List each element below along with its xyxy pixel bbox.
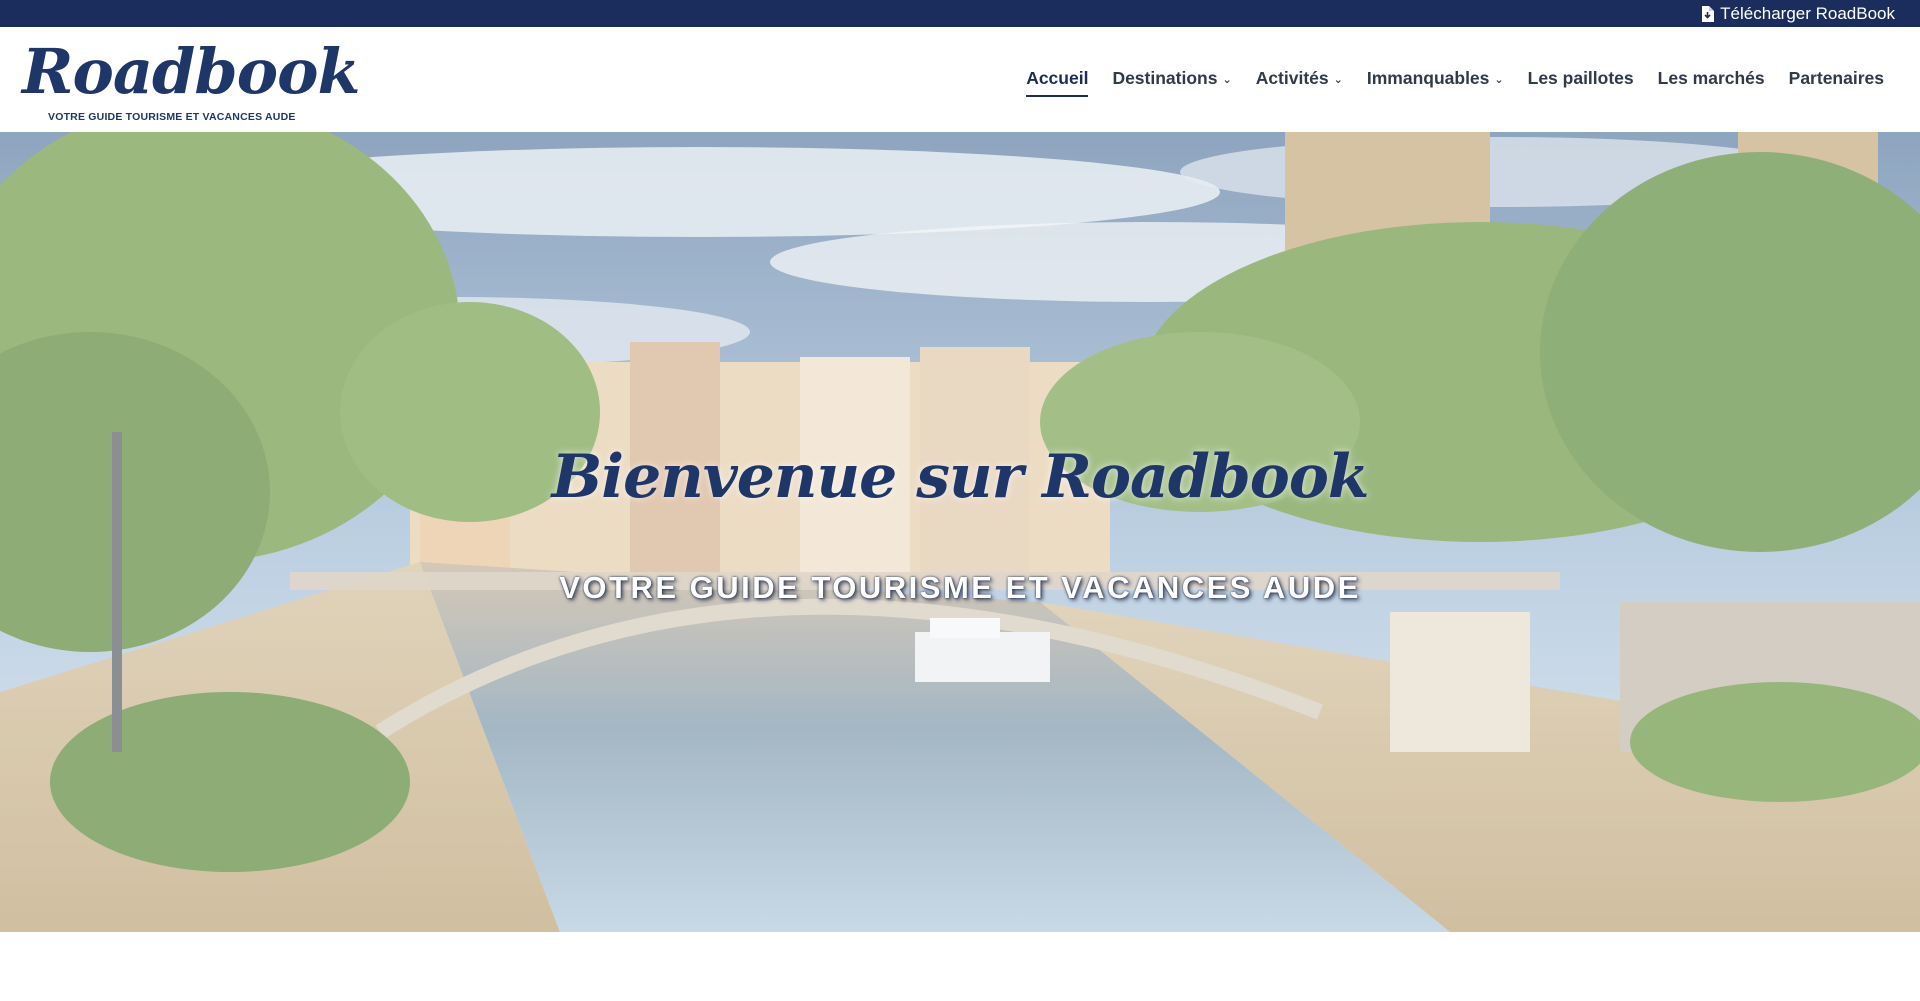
main-navigation: Accueil Destinations ⌄ Activités ⌄ Imman… — [1002, 68, 1884, 97]
nav-item-label: Les paillotes — [1527, 68, 1634, 88]
nav-item-label: Accueil — [1026, 68, 1089, 88]
download-roadbook-label: Télécharger RoadBook — [1720, 4, 1895, 23]
nav-item-les-marches[interactable]: Les marchés — [1658, 68, 1765, 89]
file-download-icon — [1701, 6, 1715, 22]
nav-item-label: Partenaires — [1788, 68, 1884, 88]
logo-tagline: VOTRE GUIDE TOURISME ET VACANCES AUDE — [48, 111, 296, 123]
hero-subtitle: VOTRE GUIDE TOURISME ET VACANCES AUDE — [559, 570, 1361, 605]
nav-item-label: Activités — [1255, 68, 1329, 88]
roadbook-logo[interactable]: Roadbook VOTRE GUIDE TOURISME ET VACANCE… — [22, 35, 360, 130]
chevron-down-icon: ⌄ — [1333, 74, 1343, 86]
nav-item-les-paillotes[interactable]: Les paillotes — [1528, 68, 1634, 89]
hero-banner: Bienvenue sur Roadbook VOTRE GUIDE TOURI… — [0, 132, 1920, 932]
top-bar: Télécharger RoadBook — [0, 0, 1920, 27]
nav-item-activites[interactable]: Activités ⌄ — [1256, 68, 1343, 89]
chevron-down-icon: ⌄ — [1222, 74, 1232, 86]
nav-item-destinations[interactable]: Destinations ⌄ — [1112, 68, 1231, 89]
chevron-down-icon: ⌄ — [1494, 74, 1504, 86]
nav-item-partenaires[interactable]: Partenaires — [1789, 68, 1884, 89]
download-roadbook-link[interactable]: Télécharger RoadBook — [1701, 4, 1895, 24]
nav-item-label: Destinations — [1112, 68, 1218, 88]
nav-item-label: Les marchés — [1657, 68, 1765, 88]
site-header: Roadbook VOTRE GUIDE TOURISME ET VACANCE… — [0, 27, 1920, 132]
nav-item-label: Immanquables — [1366, 68, 1490, 88]
logo-wordmark: Roadbook — [22, 35, 360, 108]
hero-overlay — [0, 132, 1920, 932]
nav-item-accueil[interactable]: Accueil — [1026, 68, 1089, 97]
hero-title: Bienvenue sur Roadbook — [551, 442, 1370, 512]
nav-item-immanquables[interactable]: Immanquables ⌄ — [1367, 68, 1504, 89]
